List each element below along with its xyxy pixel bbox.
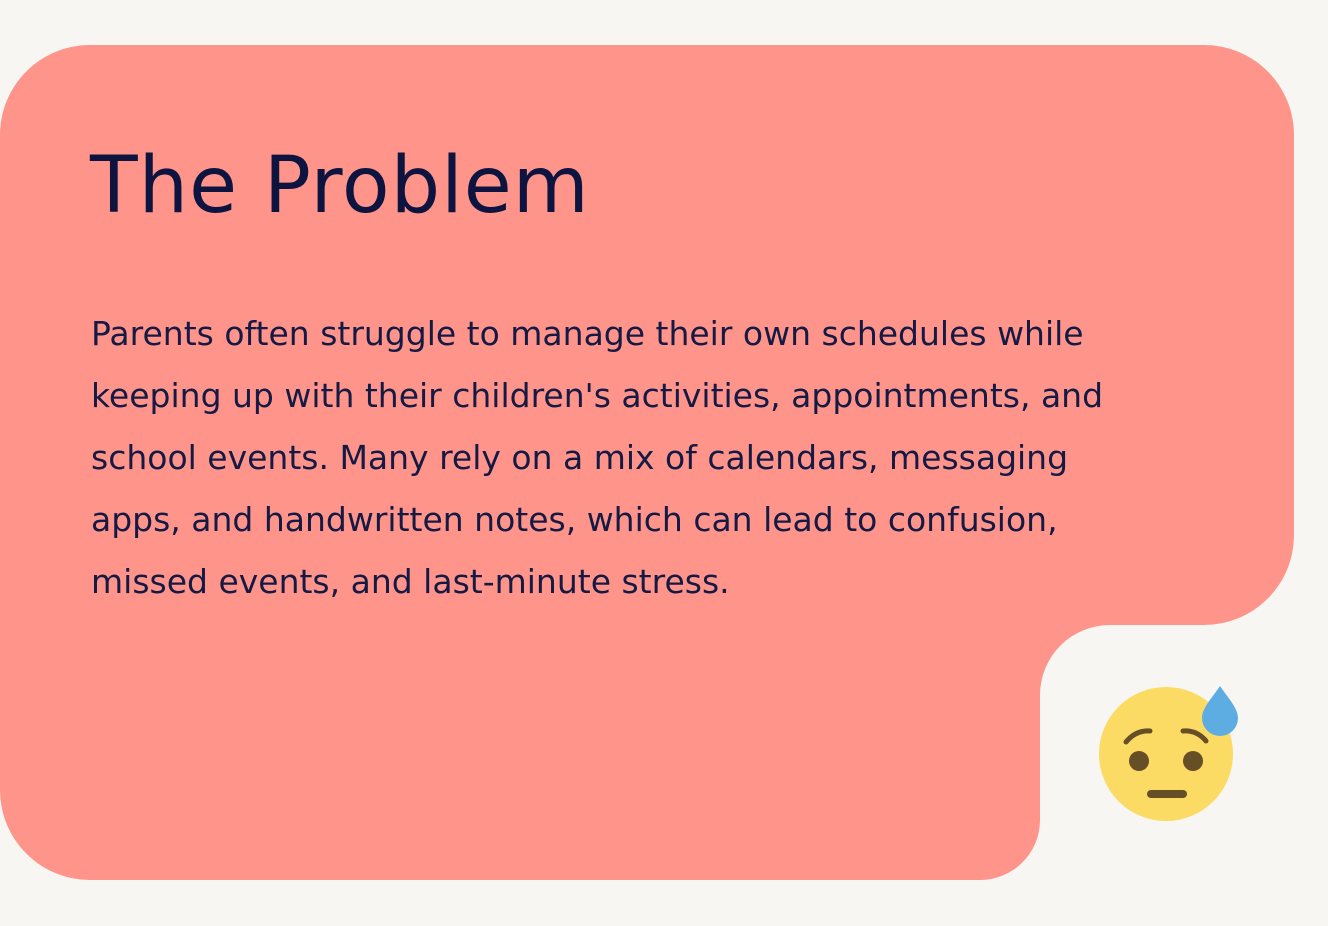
emoji-left-eye <box>1129 751 1149 771</box>
anxious-face-with-sweat-icon <box>1099 686 1238 821</box>
emoji-right-eye <box>1183 751 1203 771</box>
card-title: The Problem <box>90 141 590 231</box>
page: The Problem Parents often struggle to ma… <box>0 0 1328 926</box>
emoji-sweat-drop <box>1202 686 1238 736</box>
description-line: Parents often struggle to manage their o… <box>91 314 1084 353</box>
description-line: school events. Many rely on a mix of cal… <box>91 438 1069 477</box>
description-line: apps, and handwritten notes, which can l… <box>91 500 1058 539</box>
emoji-mouth <box>1147 790 1187 798</box>
description-line: missed events, and last-minute stress. <box>91 562 730 601</box>
card-description: Parents often struggle to manage their o… <box>91 303 1241 613</box>
description-line: keeping up with their children's activit… <box>91 376 1104 415</box>
